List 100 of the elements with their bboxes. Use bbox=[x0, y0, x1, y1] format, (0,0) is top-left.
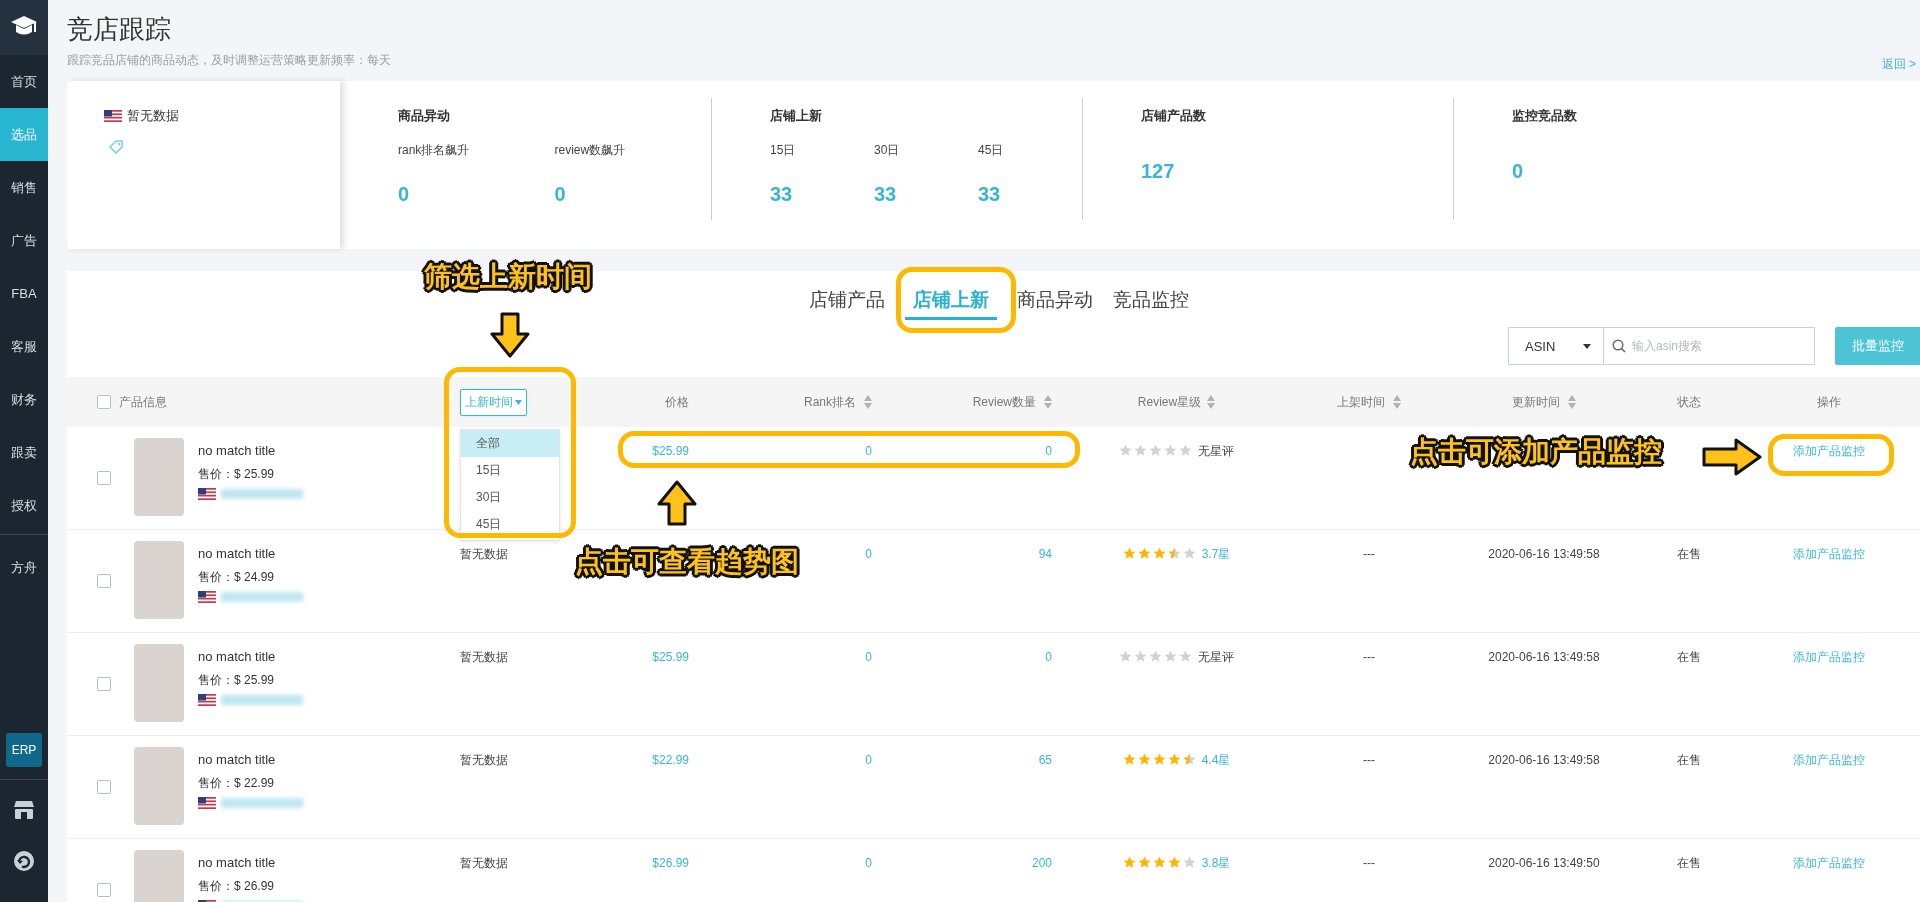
add-monitor-link[interactable]: 添加产品监控 bbox=[1793, 751, 1865, 769]
review-count-link[interactable]: 200 bbox=[1031, 854, 1052, 872]
batch-monitor-button[interactable]: 批量监控 bbox=[1835, 327, 1920, 365]
sort-icon[interactable] bbox=[1568, 394, 1576, 410]
store-icon[interactable] bbox=[13, 799, 35, 820]
sidebar-item[interactable]: 财务 bbox=[0, 372, 48, 426]
review-count-link[interactable]: 0 bbox=[1045, 442, 1052, 460]
star-icon bbox=[1119, 444, 1132, 457]
star-icon bbox=[1137, 547, 1151, 560]
price-link[interactable]: $26.99 bbox=[652, 854, 689, 872]
sidebar-item[interactable]: 广告 bbox=[0, 213, 48, 267]
page-subtitle: 跟踪竞品店铺的商品动态，及时调整运营策略更新频率：每天 bbox=[67, 52, 391, 69]
column-header: 价格 bbox=[665, 393, 689, 411]
sale-price: 售价：$ 25.99 bbox=[198, 672, 276, 689]
stat-value: 33 bbox=[874, 182, 898, 206]
table-cell-text: 2020-06-16 13:49:50 bbox=[1488, 855, 1600, 872]
stat-value: 0 bbox=[554, 182, 567, 206]
column-header: Rank排名 bbox=[804, 393, 856, 411]
product-title[interactable]: no match title bbox=[198, 442, 303, 460]
sidebar-item[interactable]: 客服 bbox=[0, 319, 48, 373]
menu-item[interactable]: 15日 bbox=[461, 456, 559, 484]
add-monitor-link[interactable]: 添加产品监控 bbox=[1793, 854, 1865, 872]
stat-label: rank排名飙升 bbox=[398, 142, 471, 159]
review-count-link[interactable]: 0 bbox=[1045, 648, 1052, 666]
down-arrow-icon bbox=[490, 312, 530, 358]
caret-icon bbox=[1583, 343, 1591, 349]
sale-price: 售价：$ 26.99 bbox=[198, 878, 276, 895]
search-type-select[interactable]: ASIN bbox=[1508, 327, 1604, 365]
star-icon bbox=[1137, 856, 1151, 869]
sidebar-item[interactable]: 销售 bbox=[0, 160, 48, 214]
checkbox[interactable] bbox=[97, 883, 111, 897]
rank-link[interactable]: 0 bbox=[865, 648, 872, 666]
product-title[interactable]: no match title bbox=[198, 854, 303, 872]
tag-icon[interactable] bbox=[108, 139, 124, 155]
checkbox[interactable] bbox=[97, 395, 111, 409]
column-header: 状态 bbox=[1677, 393, 1701, 411]
flag-icon bbox=[198, 488, 216, 500]
sidebar-item[interactable]: 选品 bbox=[0, 107, 48, 161]
checkbox[interactable] bbox=[97, 574, 111, 588]
column-header: Review星级 bbox=[1137, 393, 1202, 411]
menu-item[interactable]: 全部 bbox=[461, 429, 559, 457]
review-count-link[interactable]: 65 bbox=[1038, 751, 1052, 769]
stat-label: 45日 bbox=[978, 142, 1005, 159]
status-text: 在售 bbox=[1677, 855, 1701, 872]
status-text: 在售 bbox=[1677, 649, 1701, 666]
product-title[interactable]: no match title bbox=[198, 751, 303, 769]
erp-button[interactable]: ERP bbox=[6, 732, 42, 767]
sort-icon[interactable] bbox=[1393, 394, 1401, 410]
star-icon bbox=[1182, 753, 1196, 766]
rank-link[interactable]: 0 bbox=[865, 442, 872, 460]
table-cell-text: 2020-06-16 13:49:58 bbox=[1488, 546, 1600, 563]
price-link[interactable]: $22.99 bbox=[652, 751, 689, 769]
star-icon bbox=[1122, 856, 1136, 869]
rank-link[interactable]: 0 bbox=[865, 854, 872, 872]
checkbox[interactable] bbox=[97, 780, 111, 794]
price-link[interactable]: $25.99 bbox=[652, 648, 689, 666]
sort-icon[interactable] bbox=[864, 394, 872, 410]
column-header: 更新时间 bbox=[1512, 393, 1560, 411]
star-icon bbox=[1167, 547, 1181, 560]
sidebar-item[interactable]: 跟卖 bbox=[0, 425, 48, 479]
sidebar-item[interactable]: 授权 bbox=[0, 478, 48, 532]
tab[interactable]: 店铺产品 bbox=[809, 283, 885, 320]
menu-item[interactable]: 45日 bbox=[461, 510, 559, 538]
star-icon bbox=[1179, 444, 1192, 457]
menu-item[interactable]: 30日 bbox=[461, 483, 559, 511]
review-count-link[interactable]: 94 bbox=[1038, 545, 1052, 563]
rating-text: 3.8星 bbox=[1201, 855, 1231, 872]
star-icon bbox=[1152, 547, 1166, 560]
sort-icon[interactable] bbox=[1044, 394, 1052, 410]
rank-link[interactable]: 0 bbox=[865, 545, 872, 563]
rank-link[interactable]: 0 bbox=[865, 751, 872, 769]
sort-icon[interactable] bbox=[1207, 394, 1216, 410]
product-title[interactable]: no match title bbox=[198, 648, 303, 666]
table-cell-text: --- bbox=[1363, 855, 1375, 872]
tab[interactable]: 商品异动 bbox=[1017, 283, 1093, 320]
back-link[interactable]: 返回 > bbox=[1881, 55, 1920, 73]
stat-title: 店铺上新 bbox=[770, 107, 823, 125]
search-field[interactable]: 输入asin搜索 bbox=[1604, 327, 1815, 365]
filter-dropdown[interactable]: 上新时间 bbox=[460, 388, 527, 416]
checkbox[interactable] bbox=[97, 677, 111, 691]
add-monitor-link[interactable]: 添加产品监控 bbox=[1793, 545, 1865, 563]
callout-text: 点击可添加产品监控 bbox=[1410, 435, 1662, 469]
star-icon bbox=[1164, 650, 1177, 663]
tab[interactable]: 竞品监控 bbox=[1113, 283, 1189, 320]
column-header: Review数量 bbox=[972, 393, 1036, 411]
rating-text: 无星评 bbox=[1198, 649, 1234, 666]
price-link[interactable]: $25.99 bbox=[652, 442, 689, 460]
sidebar-item[interactable]: FBA bbox=[0, 266, 48, 320]
add-monitor-link[interactable]: 添加产品监控 bbox=[1793, 442, 1865, 460]
checkbox[interactable] bbox=[97, 471, 111, 485]
tab[interactable]: 店铺上新 bbox=[905, 283, 997, 320]
table-cell-text: 2020-06-16 13:49:58 bbox=[1488, 752, 1600, 769]
product-title[interactable]: no match title bbox=[198, 545, 303, 563]
flag-icon bbox=[198, 694, 216, 706]
sidebar-item[interactable]: 首页 bbox=[0, 54, 48, 108]
add-monitor-link[interactable]: 添加产品监控 bbox=[1793, 648, 1865, 666]
table-cell-text: 暂无数据 bbox=[460, 649, 508, 666]
table-cell-text: --- bbox=[1363, 546, 1375, 563]
star-icon bbox=[1149, 444, 1162, 457]
sidebar-item[interactable]: 方舟 bbox=[0, 540, 48, 594]
